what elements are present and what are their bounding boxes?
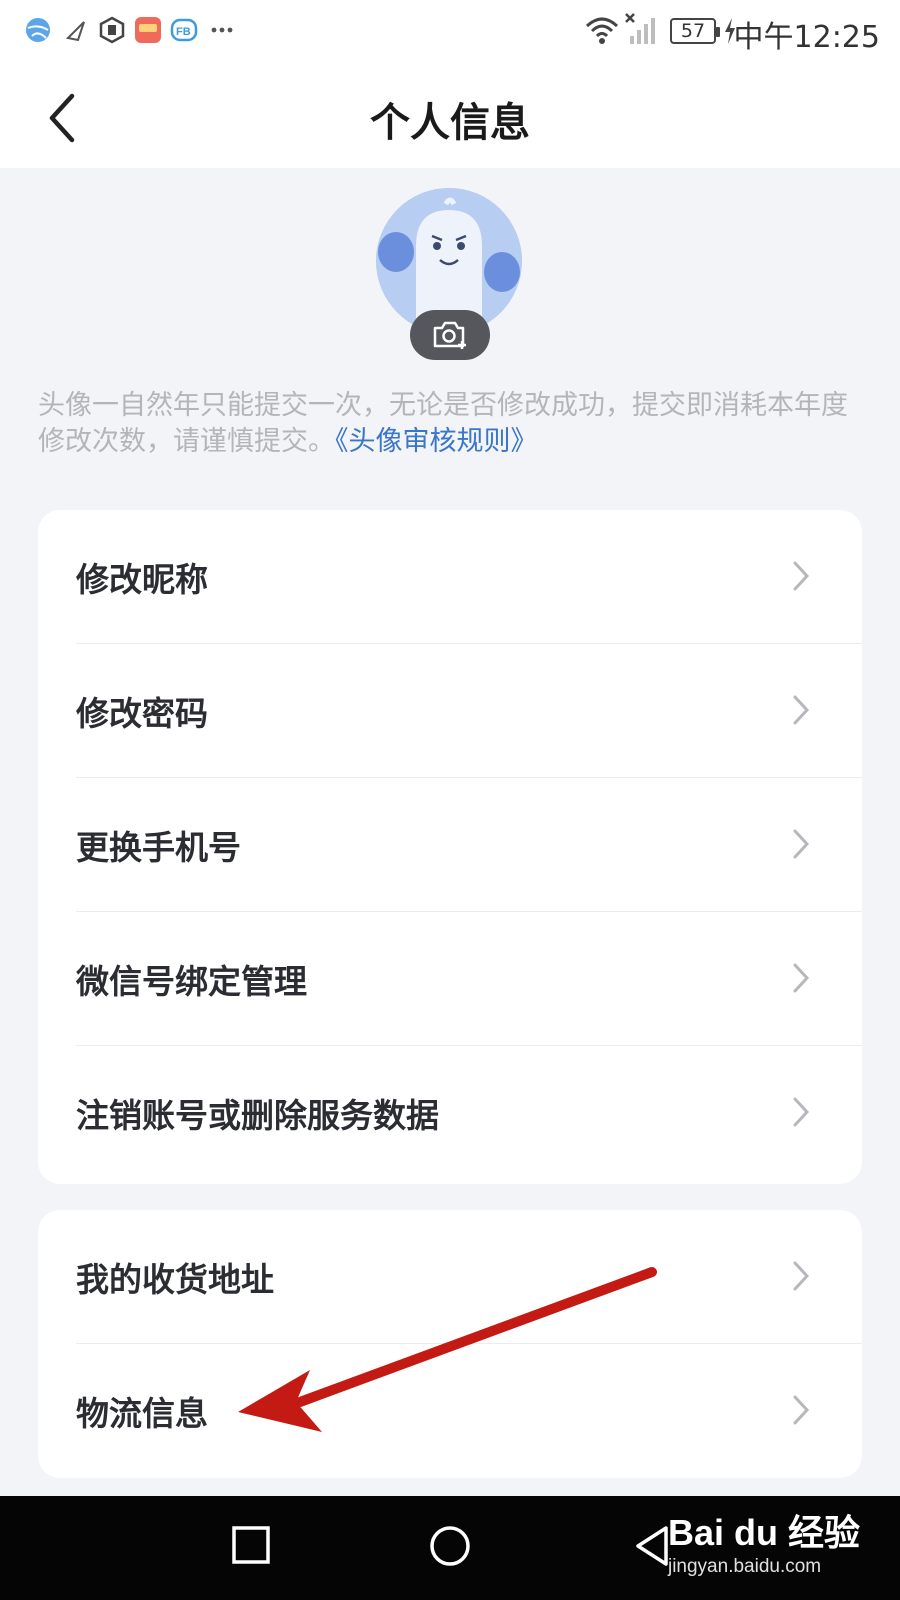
- row-label: 微信号绑定管理: [76, 962, 307, 1001]
- row-label: 更换手机号: [76, 828, 241, 867]
- more-notifications-icon: [211, 27, 233, 33]
- chevron-right-icon: [793, 963, 810, 993]
- chevron-right-icon: [793, 829, 810, 859]
- row-label: 物流信息: [76, 1394, 208, 1433]
- change-phone-row[interactable]: 更换手机号: [38, 778, 862, 912]
- page-title: 个人信息: [370, 100, 530, 146]
- avatar-notice: 头像一自然年只能提交一次，无论是否修改成功，提交即消耗本年度修改次数，请谨慎提交…: [38, 388, 868, 460]
- row-label: 注销账号或删除服务数据: [76, 1096, 439, 1135]
- send-icon: [65, 21, 85, 42]
- app-globe-icon: [26, 18, 50, 42]
- no-signal-icon: [625, 13, 655, 44]
- baidu-jingyan-watermark: Bai du 经验 jingyan.baidu.com: [668, 1504, 860, 1578]
- account-settings-card: 修改昵称 修改密码 更换手机号 微信号绑定管理 注销账号或删除服务数据: [38, 510, 862, 1184]
- back-triangle-icon[interactable]: [632, 1524, 672, 1568]
- camera-plus-icon: [433, 321, 466, 349]
- row-label: 修改密码: [76, 694, 208, 733]
- battery-icon: 57: [670, 18, 720, 44]
- svg-text:FB: FB: [176, 26, 191, 38]
- change-password-row[interactable]: 修改密码: [38, 644, 862, 778]
- fb-app-icon: FB: [170, 18, 198, 42]
- chevron-right-icon: [793, 561, 810, 591]
- wifi-icon: [585, 17, 619, 44]
- logistics-info-row[interactable]: 物流信息: [38, 1344, 862, 1478]
- home-icon[interactable]: [428, 1524, 472, 1568]
- page-header: 个人信息: [0, 64, 900, 168]
- chevron-right-icon: [793, 1261, 810, 1291]
- row-label: 修改昵称: [76, 560, 208, 599]
- wechat-binding-row[interactable]: 微信号绑定管理: [38, 912, 862, 1046]
- status-bar: FB 57 中午12:25: [0, 0, 900, 64]
- avatar-section: [376, 188, 524, 360]
- chevron-right-icon: [793, 1395, 810, 1425]
- avatar-review-rules-link[interactable]: 《头像审核规则》: [335, 426, 538, 457]
- hexagon-app-icon: [99, 16, 125, 44]
- edit-nickname-row[interactable]: 修改昵称: [38, 510, 862, 644]
- watermark-brand: Bai du 经验: [667, 1512, 860, 1553]
- delete-account-row[interactable]: 注销账号或删除服务数据: [38, 1046, 862, 1180]
- change-avatar-button[interactable]: [410, 310, 490, 360]
- system-nav-bar: Bai du 经验 jingyan.baidu.com: [0, 1496, 900, 1600]
- address-logistics-card: 我的收货地址 物流信息: [38, 1210, 862, 1478]
- chevron-right-icon: [793, 695, 810, 725]
- row-label: 我的收货地址: [76, 1260, 274, 1299]
- gallery-app-icon: [135, 17, 161, 43]
- status-time: 中午12:25: [733, 20, 880, 55]
- chevron-right-icon: [793, 1097, 810, 1127]
- shipping-address-row[interactable]: 我的收货地址: [38, 1210, 862, 1344]
- watermark-url: jingyan.baidu.com: [667, 1556, 822, 1577]
- recent-apps-icon[interactable]: [230, 1524, 272, 1566]
